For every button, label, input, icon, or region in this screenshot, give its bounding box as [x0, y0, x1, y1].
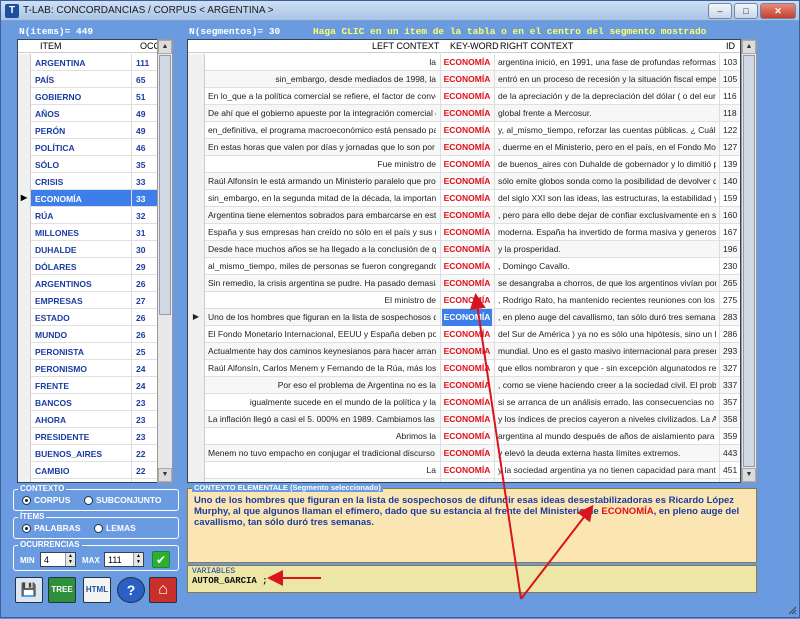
- arrow-to-context: [520, 504, 594, 600]
- resize-grip-icon[interactable]: [787, 605, 797, 615]
- arrow-to-keyword: [469, 293, 522, 600]
- annotation-arrows: [267, 293, 594, 600]
- main-window: T T-LAB: CONCORDANCIAS / CORPUS < ARGENT…: [0, 0, 800, 618]
